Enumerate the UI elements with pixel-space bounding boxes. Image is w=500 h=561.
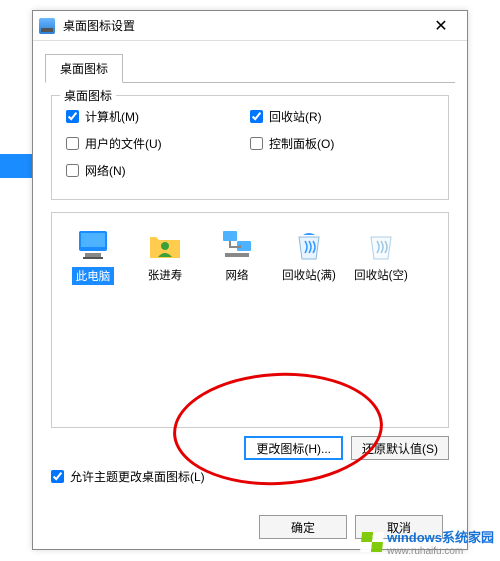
check-network-box[interactable] (66, 164, 79, 177)
user-folder-icon (147, 227, 183, 263)
check-userfiles-box[interactable] (66, 137, 79, 150)
network-icon (219, 227, 255, 263)
watermark-brand: windows系统家园 (387, 527, 494, 546)
icon-network[interactable]: 网络 (204, 223, 270, 289)
check-userfiles[interactable]: 用户的文件(U) (66, 135, 250, 152)
check-recycle-box[interactable] (250, 110, 263, 123)
app-icon (39, 18, 55, 34)
icon-this-pc[interactable]: 此电脑 (60, 223, 126, 289)
dialog-title: 桌面图标设置 (63, 17, 421, 34)
check-computer-box[interactable] (66, 110, 79, 123)
desktop-icons-group: 桌面图标 计算机(M) 回收站(R) 用户的文件(U) 控制面板(O) (51, 95, 449, 200)
tab-desktop-icons[interactable]: 桌面图标 (45, 54, 123, 83)
icon-buttons-row: 更改图标(H)... 还原默认值(S) (51, 436, 449, 460)
recycle-full-icon (291, 227, 327, 263)
close-button[interactable]: ✕ (421, 12, 461, 40)
desktop-icon-settings-dialog: 桌面图标设置 ✕ 桌面图标 桌面图标 计算机(M) 回收站(R) (32, 10, 468, 550)
check-network[interactable]: 网络(N) (66, 162, 250, 179)
dialog-content: 桌面图标 计算机(M) 回收站(R) 用户的文件(U) 控制面板(O) (33, 83, 467, 493)
watermark: windows系统家园 www.ruhaifu.com (361, 527, 494, 557)
allow-theme-row[interactable]: 允许主题更改桌面图标(L) (51, 468, 449, 485)
check-recycle[interactable]: 回收站(R) (250, 108, 434, 125)
recycle-empty-icon (363, 227, 399, 263)
icon-label: 网络 (226, 267, 249, 283)
icon-recycle-full[interactable]: 回收站(满) (276, 223, 342, 289)
allow-theme-checkbox[interactable] (51, 470, 64, 483)
icon-label: 张进寿 (148, 267, 183, 283)
ok-button[interactable]: 确定 (259, 515, 347, 539)
tab-label: 桌面图标 (60, 62, 108, 76)
group-legend: 桌面图标 (60, 87, 116, 104)
icon-label: 回收站(满) (282, 267, 336, 283)
close-icon: ✕ (434, 16, 447, 36)
check-ctrlpanel-box[interactable] (250, 137, 263, 150)
check-computer[interactable]: 计算机(M) (66, 108, 250, 125)
watermark-url: www.ruhaifu.com (387, 546, 494, 557)
icon-user-folder[interactable]: 张进寿 (132, 223, 198, 289)
change-icon-button[interactable]: 更改图标(H)... (244, 436, 343, 460)
icon-preview-panel: 此电脑 张进寿 网 (51, 212, 449, 428)
icon-label: 此电脑 (72, 267, 115, 285)
restore-default-button[interactable]: 还原默认值(S) (351, 436, 449, 460)
computer-icon (75, 227, 111, 263)
check-computer-label: 计算机(M) (85, 108, 139, 125)
check-network-label: 网络(N) (85, 162, 126, 179)
check-userfiles-label: 用户的文件(U) (85, 135, 162, 152)
check-ctrlpanel[interactable]: 控制面板(O) (250, 135, 434, 152)
check-recycle-label: 回收站(R) (269, 108, 322, 125)
tabstrip: 桌面图标 (45, 53, 455, 83)
icon-recycle-empty[interactable]: 回收站(空) (348, 223, 414, 289)
titlebar: 桌面图标设置 ✕ (33, 11, 467, 41)
icon-label: 回收站(空) (354, 267, 408, 283)
check-ctrlpanel-label: 控制面板(O) (269, 135, 334, 152)
allow-theme-label: 允许主题更改桌面图标(L) (70, 468, 205, 485)
windows-flag-icon (360, 532, 384, 552)
